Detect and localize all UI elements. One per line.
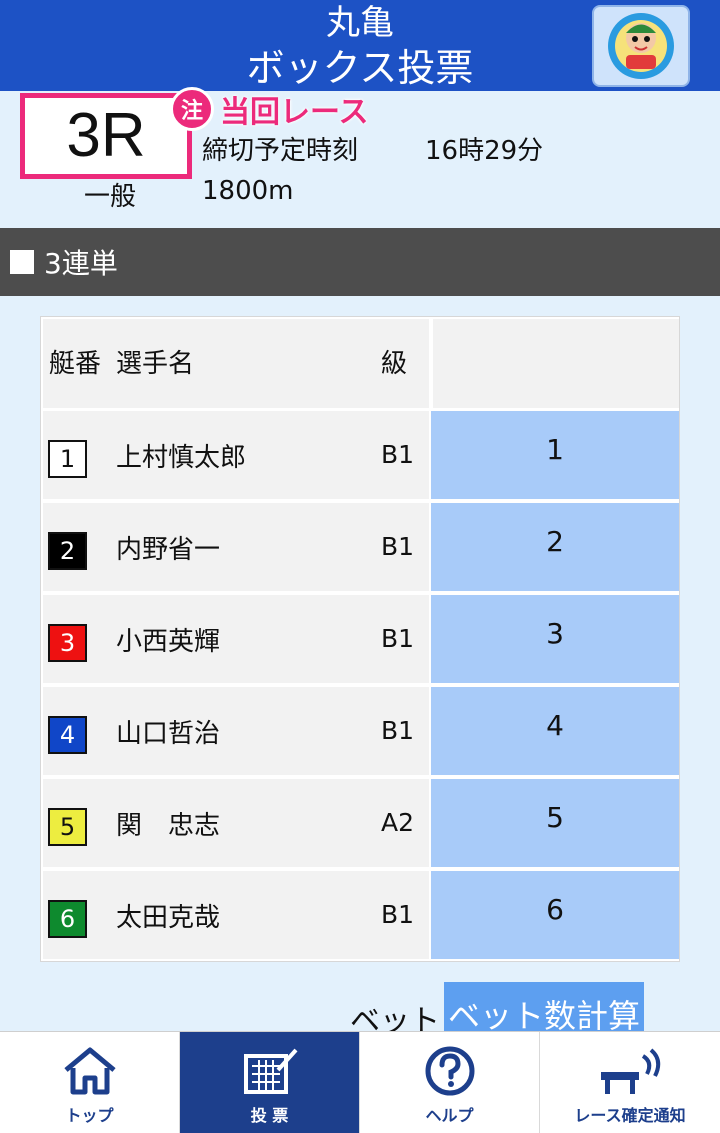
nav-help[interactable]: ヘルプ [360, 1032, 540, 1133]
notice-text: 当回レース [220, 95, 369, 130]
boat-number-badge: 4 [48, 716, 87, 754]
nav-label: ヘルプ [425, 1106, 474, 1125]
vote-icon [243, 1048, 297, 1094]
square-icon [10, 250, 34, 274]
help-icon [425, 1046, 474, 1096]
racer-name: 山口哲治 [116, 719, 221, 749]
row-info-cell [43, 779, 429, 867]
select-boat-5-button[interactable]: 5 [431, 779, 679, 867]
racer-name: 太田克哉 [116, 903, 221, 933]
notification-icon [601, 1048, 661, 1094]
header-class: 級 [381, 349, 408, 379]
table-row: 5 関 忠志 A2 5 [43, 779, 679, 867]
table-header: 艇番 選手名 級 [43, 319, 679, 408]
table-row: 3 小西英輝 B1 3 [43, 595, 679, 683]
select-boat-6-button[interactable]: 6 [431, 871, 679, 959]
select-boat-1-button[interactable]: 1 [431, 411, 679, 499]
current-race-notice: 注 当回レース [170, 87, 369, 131]
racer-class: A2 [381, 808, 415, 837]
row-info-cell [43, 503, 429, 591]
mascot-icon [608, 13, 674, 79]
mascot-button[interactable] [592, 5, 690, 87]
racer-class: B1 [381, 624, 415, 653]
notice-badge: 注 [170, 87, 214, 131]
racer-name: 上村慎太郎 [116, 443, 247, 473]
racer-class: B1 [381, 716, 415, 745]
bottom-nav: トップ 投 票 ヘルプ レース確定通知 [0, 1031, 720, 1133]
bet-type-title: 3連単 [44, 247, 118, 280]
nav-label: トップ [65, 1106, 114, 1125]
boat-number-badge: 6 [48, 900, 87, 938]
select-boat-4-button[interactable]: 4 [431, 687, 679, 775]
bet-type-bar: 3連単 [0, 228, 720, 296]
table-row: 1 上村慎太郎 B1 1 [43, 411, 679, 499]
select-boat-2-button[interactable]: 2 [431, 503, 679, 591]
racer-table: 艇番 選手名 級 1 上村慎太郎 B1 1 2 内野省一 B1 2 3 小西英輝… [40, 316, 680, 962]
table-row: 2 内野省一 B1 2 [43, 503, 679, 591]
racer-class: B1 [381, 440, 415, 469]
race-distance: 1800m [202, 176, 294, 206]
deadline-time: 16時29分 [425, 136, 544, 166]
select-boat-3-button[interactable]: 3 [431, 595, 679, 683]
home-icon [63, 1047, 116, 1095]
nav-label: レース確定通知 [574, 1106, 686, 1125]
boat-number-badge: 3 [48, 624, 87, 662]
table-row: 4 山口哲治 B1 4 [43, 687, 679, 775]
table-row: 6 太田克哉 B1 6 [43, 871, 679, 959]
racer-name: 小西英輝 [116, 627, 221, 657]
header-right-cell [433, 319, 679, 408]
boat-number-badge: 2 [48, 532, 87, 570]
row-info-cell [43, 687, 429, 775]
header-name: 選手名 [116, 349, 195, 379]
racer-name: 関 忠志 [116, 811, 221, 841]
racer-class: B1 [381, 900, 415, 929]
racer-class: B1 [381, 532, 415, 561]
nav-vote[interactable]: 投 票 [180, 1032, 360, 1133]
row-info-cell [43, 871, 429, 959]
boat-number-badge: 5 [48, 808, 87, 846]
app-header: 丸亀 ボックス投票 [0, 0, 720, 91]
race-class: 一般 [84, 182, 137, 212]
race-number: 3R [20, 93, 192, 179]
header-boat: 艇番 [49, 349, 102, 379]
row-info-cell [43, 595, 429, 683]
boat-number-badge: 1 [48, 440, 87, 478]
nav-race-notification[interactable]: レース確定通知 [540, 1032, 720, 1133]
nav-label: 投 票 [250, 1106, 289, 1125]
racer-name: 内野省一 [116, 535, 221, 565]
nav-top[interactable]: トップ [0, 1032, 180, 1133]
deadline-label: 締切予定時刻 [202, 136, 359, 166]
